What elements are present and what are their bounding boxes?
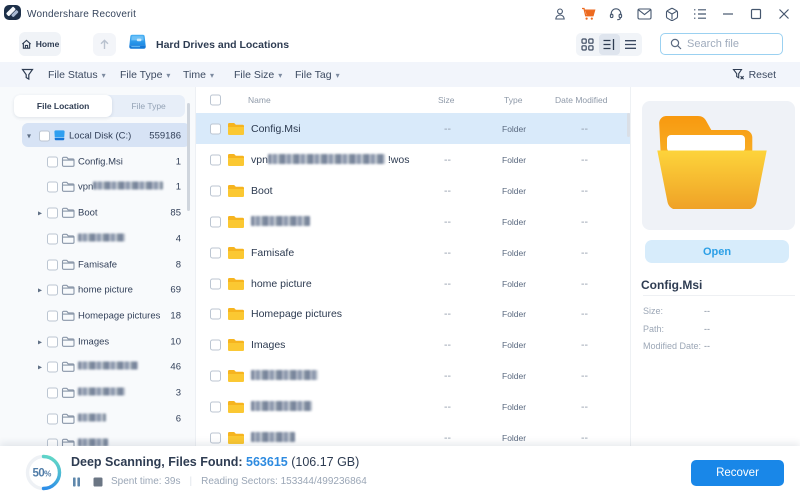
- svg-text:50%: 50%: [33, 468, 52, 480]
